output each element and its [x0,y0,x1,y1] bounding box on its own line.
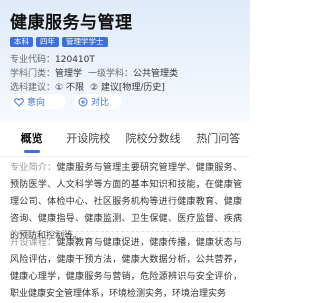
code-value: 120410T [55,55,95,65]
tab-bar: 概览 开设院校 院校分数线 热门问答 [0,122,250,157]
tab-score-lines-label: 院校分数线 [125,132,181,145]
tab-score-lines[interactable]: 院校分数线 [121,122,184,156]
major-header: 健康服务与管理 本科 四年 管理学学士 专业代码：120410T 学科门类：管理… [0,0,250,122]
tag-degree-level: 本科 [10,37,33,47]
major-introduction: 专业简介：健康服务与管理主要研究管理学、健康服务、预防医学、人文科学等方面的基本… [10,160,242,245]
category-label: 学科门类： [10,69,56,79]
intro-text: 健康服务与管理主要研究管理学、健康服务、预防医学、人文科学等方面的基本知识和技能… [10,163,242,241]
discipline-row: 学科门类：管理学 一级学科：公共管理类 [10,66,178,79]
category-value: 管理学 [55,69,83,79]
compare-button[interactable]: 对比 [74,94,122,109]
intro-label: 专业简介： [10,163,57,173]
tab-schools-label: 开设院校 [66,132,111,145]
requirement-option-1: ① 不限 [55,83,84,93]
code-label: 专业代码： [10,55,56,65]
subject-label: 一级学科： [88,69,134,79]
section-divider [10,231,240,232]
tab-overview-label: 概览 [20,132,43,145]
major-code-row: 专业代码：120410T [10,52,95,65]
add-circle-icon [78,97,88,106]
tab-overview[interactable]: 概览 [14,122,49,156]
subject-requirement-row: 选科建议：① 不限 ② 建议[物理/历史] [10,80,165,93]
heart-icon [14,97,24,106]
page-title: 健康服务与管理 [10,13,133,33]
compare-label: 对比 [91,98,110,108]
tab-schools[interactable]: 开设院校 [59,122,117,156]
action-bar: 意向 对比 [10,94,122,109]
major-courses: 开设课程：健康教育与健康促进，健康传播，健康状态与风险评估，健康干预方法，健康大… [10,235,242,303]
tab-hot-qa-label: 热门问答 [196,132,241,145]
courses-label: 开设课程： [10,238,57,248]
tag-duration: 四年 [36,37,59,47]
intent-button[interactable]: 意向 [10,94,66,109]
requirement-option-2: ② 建议[物理/历史] [89,83,165,93]
tag-degree-type: 管理学学士 [62,37,108,47]
requirement-label: 选科建议： [10,83,56,93]
tab-hot-qa[interactable]: 热门问答 [187,122,250,156]
major-tags: 本科 四年 管理学学士 [10,37,108,47]
intent-label: 意向 [27,98,46,108]
active-tab-indicator [23,150,40,153]
subject-value: 公共管理类 [133,69,179,79]
